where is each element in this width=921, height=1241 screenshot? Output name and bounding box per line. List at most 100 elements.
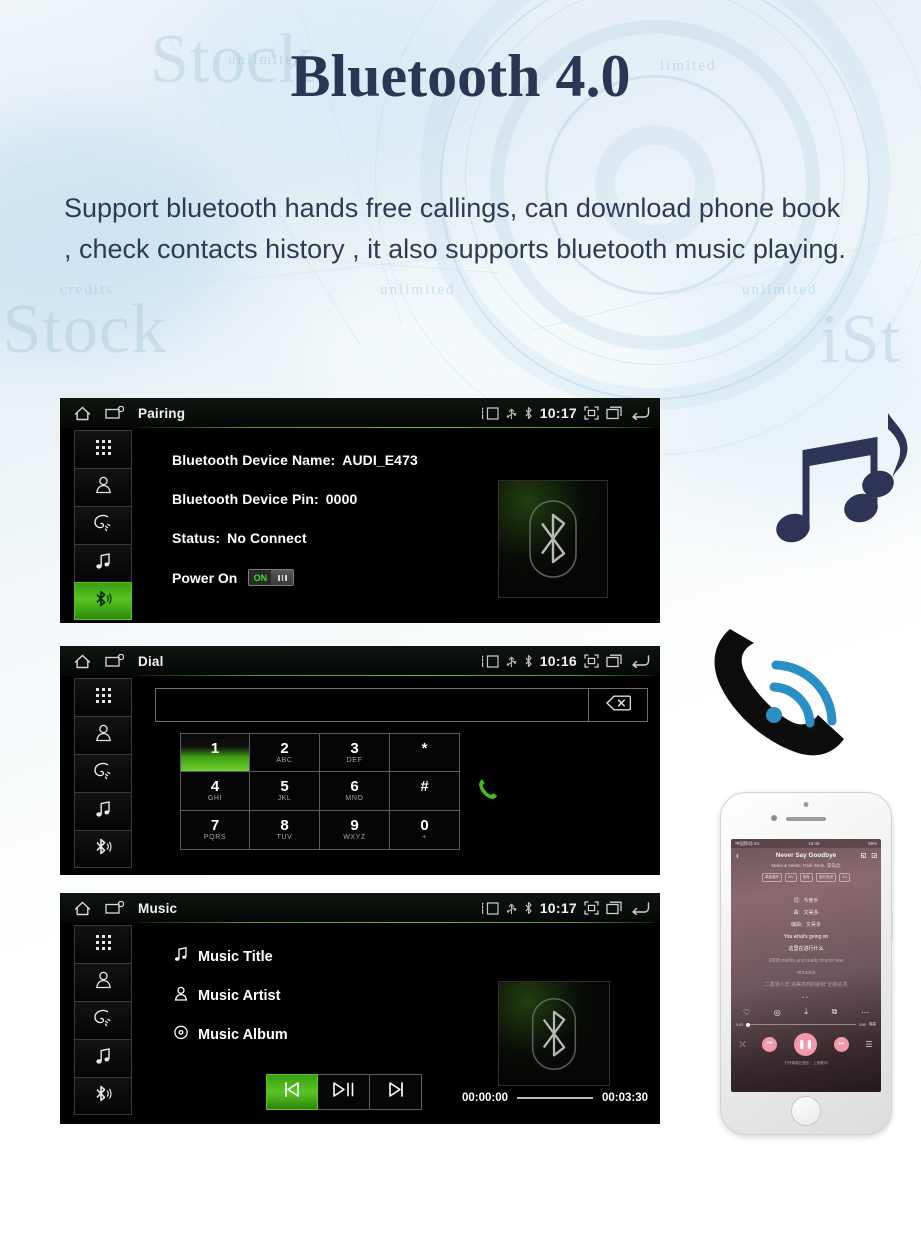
key-5[interactable]: 5 JKL <box>250 772 320 811</box>
app-window-icon[interactable] <box>105 901 124 915</box>
key-1[interactable]: 1 <box>180 733 250 772</box>
key-star[interactable]: * <box>390 733 460 772</box>
music-screen: Music 10:17 Music Title Music Artist Mus… <box>60 893 660 1124</box>
sidebar-item-bluetooth[interactable] <box>74 1077 132 1115</box>
dial-number-input[interactable] <box>155 688 588 722</box>
phone-chip-row: 单曲循环 MV 音效 定时关闭 1/4 <box>731 873 881 882</box>
key-letters: JKL <box>277 795 292 802</box>
next-icon[interactable]: ⏭ <box>833 1037 849 1052</box>
sidebar-item-bluetooth[interactable] <box>74 582 132 620</box>
screenshot-icon[interactable] <box>584 654 599 668</box>
phone-status-bar: 中国移动 4G 16:46 59% <box>731 839 881 848</box>
shuffle-icon[interactable]: ⤬ <box>739 1040 745 1050</box>
power-toggle[interactable]: ON <box>248 569 295 586</box>
more-icon[interactable]: ⋯ <box>861 1008 869 1017</box>
music-progress-bar[interactable]: 00:00:00 00:03:30 <box>462 1092 648 1104</box>
phone-speaker <box>786 817 826 821</box>
phone-home-button[interactable] <box>791 1096 821 1126</box>
phone-progress-row[interactable]: 0:03 3:50 极高 <box>731 1022 881 1027</box>
back-icon[interactable] <box>631 901 650 915</box>
phone-screen: 中国移动 4G 16:46 59% ‹ Never Say Goodbye ◱ … <box>731 839 881 1092</box>
key-4[interactable]: 4 GHI <box>180 772 250 811</box>
play-pause-button[interactable] <box>318 1074 370 1110</box>
home-icon[interactable] <box>74 406 91 421</box>
sidebar-item-keypad[interactable] <box>74 925 132 963</box>
progress-track[interactable] <box>517 1097 593 1099</box>
sidebar-item-music[interactable] <box>74 544 132 582</box>
home-icon[interactable] <box>74 901 91 916</box>
call-button[interactable] <box>460 733 516 850</box>
key-digit: 6 <box>350 778 359 795</box>
phone-chip[interactable]: 单曲循环 <box>761 873 783 882</box>
download-icon[interactable]: ⤓ <box>804 1007 808 1017</box>
key-digit: 0 <box>420 817 429 834</box>
recents-icon[interactable] <box>606 406 624 420</box>
screenshot-icon[interactable] <box>584 901 599 915</box>
key-7[interactable]: 7 PQRS <box>180 811 250 850</box>
sidebar-item-keypad[interactable] <box>74 430 132 468</box>
key-hash[interactable]: # <box>390 772 460 811</box>
key-6[interactable]: 6 MNO <box>320 772 390 811</box>
page-description: Support bluetooth hands free callings, c… <box>64 193 846 264</box>
backspace-button[interactable] <box>588 688 648 722</box>
phone-chip[interactable]: 1/4 <box>839 873 851 882</box>
app-window-icon[interactable] <box>105 406 124 420</box>
phone-chip[interactable]: MV <box>785 873 797 882</box>
phone-artists: Mario & Nesto, Park Smin, 李知念 <box>771 863 841 868</box>
repeat-icon[interactable]: ⧉ <box>832 1007 838 1017</box>
sidebar-item-call-history[interactable] <box>74 506 132 544</box>
previous-track-button[interactable] <box>266 1074 318 1110</box>
power-toggle-state: ON <box>249 570 272 585</box>
artist-person-icon <box>174 986 188 1005</box>
home-icon[interactable] <box>74 654 91 669</box>
phone-total: 3:50 <box>858 1022 866 1027</box>
lyric-line: 编曲：文昊多 <box>790 922 821 928</box>
phone-chip[interactable]: 音效 <box>799 873 813 882</box>
key-3[interactable]: 3 DEF <box>320 733 390 772</box>
clock: 10:17 <box>539 405 577 421</box>
sidebar-item-contacts[interactable] <box>74 716 132 754</box>
heart-icon[interactable]: ♡ <box>743 1008 750 1017</box>
cast-icon <box>481 901 499 915</box>
music-sidebar <box>60 923 132 1124</box>
total-duration: 00:03:30 <box>601 1092 648 1104</box>
cast-icon <box>481 406 499 420</box>
next-track-button[interactable] <box>370 1074 422 1110</box>
dialpad-icon <box>95 687 112 709</box>
previous-icon[interactable]: ⏮ <box>762 1037 778 1052</box>
key-2[interactable]: 2 ABC <box>250 733 320 772</box>
pairing-title: Pairing <box>138 405 186 421</box>
cast-icon[interactable]: ◱ <box>861 852 867 859</box>
screenshot-icon[interactable] <box>584 406 599 420</box>
sidebar-item-keypad[interactable] <box>74 678 132 716</box>
sidebar-item-bluetooth[interactable] <box>74 830 132 868</box>
comment-icon[interactable]: ◎ <box>774 1008 781 1017</box>
key-9[interactable]: 9 WXYZ <box>320 811 390 850</box>
key-0[interactable]: 0 + <box>390 811 460 850</box>
phone-progress-track[interactable] <box>746 1022 856 1027</box>
sidebar-item-contacts[interactable] <box>74 963 132 1001</box>
smartphone-mockup: 中国移动 4G 16:46 59% ‹ Never Say Goodbye ◱ … <box>720 792 893 1135</box>
phone-chip[interactable]: 定时关闭 <box>815 873 837 882</box>
back-icon[interactable] <box>631 654 650 668</box>
sidebar-item-music[interactable] <box>74 1039 132 1077</box>
back-icon[interactable] <box>631 406 650 420</box>
back-icon[interactable]: ‹ <box>736 851 739 860</box>
recents-icon[interactable] <box>606 901 624 915</box>
sidebar-item-call-history[interactable] <box>74 1001 132 1039</box>
sidebar-item-contacts[interactable] <box>74 468 132 506</box>
app-window-icon[interactable] <box>105 654 124 668</box>
phone-quality-badge[interactable]: 极高 <box>869 1022 876 1027</box>
music-note-icon <box>174 947 188 966</box>
key-digit: 5 <box>280 778 289 795</box>
sidebar-item-call-history[interactable] <box>74 754 132 792</box>
key-8[interactable]: 8 TUV <box>250 811 320 850</box>
pairing-titlebar: Pairing 10:17 <box>60 398 660 428</box>
call-history-icon <box>93 1009 113 1032</box>
sidebar-item-music[interactable] <box>74 792 132 830</box>
playlist-icon[interactable]: ☰ <box>865 1040 872 1049</box>
pause-icon[interactable]: ❚❚ <box>794 1033 818 1056</box>
music-titlebar: Music 10:17 <box>60 893 660 923</box>
recents-icon[interactable] <box>606 654 624 668</box>
share-icon[interactable]: ◲ <box>871 852 877 859</box>
